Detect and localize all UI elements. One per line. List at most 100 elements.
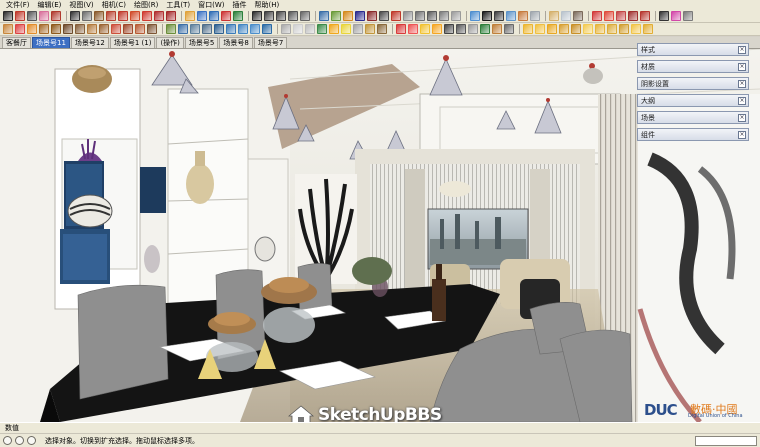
zoom-window-icon[interactable] [288,11,298,21]
help-icon[interactable] [27,436,36,445]
scene-tab[interactable]: 客餐厅 [2,37,31,48]
move-tool-icon[interactable] [154,11,164,21]
plugin-d-icon[interactable] [628,11,638,21]
subtract-icon[interactable] [238,24,248,34]
right-view-icon[interactable] [427,11,437,21]
dot-b-icon[interactable] [535,24,545,34]
push-pull-icon[interactable] [118,11,128,21]
railing-icon[interactable] [63,24,73,34]
split-icon[interactable] [262,24,272,34]
close-icon[interactable]: × [738,79,746,88]
offset-tool-icon[interactable] [142,11,152,21]
zoom-extents-icon[interactable] [300,11,310,21]
monochrome-icon[interactable] [530,11,540,21]
arc-tool-icon[interactable] [106,11,116,21]
tape-measure-icon[interactable] [185,11,195,21]
color-wheel-icon[interactable] [671,11,681,21]
select-tool-icon[interactable] [3,11,13,21]
menu-camera[interactable]: 相机(C) [98,0,130,10]
round-corner-icon[interactable] [190,24,200,34]
soften-icon[interactable] [305,24,315,34]
component-icon[interactable] [319,11,329,21]
align-icon[interactable] [39,24,49,34]
lens-icon[interactable] [456,24,466,34]
menu-view[interactable]: 视图(V) [65,0,97,10]
look-around-icon[interactable] [367,11,377,21]
window-tool-icon[interactable] [87,24,97,34]
door-tool-icon[interactable] [99,24,109,34]
scene-tab[interactable]: 场景号8 [219,37,253,48]
trim-icon[interactable] [250,24,260,34]
smooth-icon[interactable] [293,24,303,34]
xray-icon[interactable] [470,11,480,21]
shaded-icon[interactable] [506,11,516,21]
camera-icon[interactable] [444,24,454,34]
scene-tab[interactable]: 场景号11 [32,37,70,48]
scene-tab[interactable]: 场景号12 [70,37,109,48]
follow-me-icon[interactable] [130,11,140,21]
flip-icon[interactable] [27,24,37,34]
credits-icon[interactable] [15,436,24,445]
dot-e-icon[interactable] [571,24,581,34]
scene-tab[interactable]: (操作) [156,37,184,48]
sphere-icon[interactable] [468,24,478,34]
line-tool-icon[interactable] [27,11,37,21]
menu-file[interactable]: 文件(F) [2,0,34,10]
dot-h-icon[interactable] [607,24,617,34]
menu-draw[interactable]: 绘图(R) [130,0,162,10]
scene-tab[interactable]: 场景号7 [253,37,288,48]
fog-icon[interactable] [561,11,571,21]
material-icon[interactable] [331,11,341,21]
rectangle-tool-icon[interactable] [70,11,80,21]
menu-plugins[interactable]: 插件 [228,0,250,10]
polygon-tool-icon[interactable] [94,11,104,21]
scale-icon[interactable] [178,24,188,34]
intersect-icon[interactable] [214,24,224,34]
paint-bucket-icon[interactable] [51,11,61,21]
zoom-icon[interactable] [276,11,286,21]
fence-icon[interactable] [75,24,85,34]
array-icon[interactable] [166,24,176,34]
beam-icon[interactable] [147,24,157,34]
outliner-icon[interactable] [317,24,327,34]
position-camera-icon[interactable] [379,11,389,21]
scene-icon[interactable] [341,24,351,34]
shaded-texture-icon[interactable] [518,11,528,21]
close-icon[interactable]: × [738,113,746,122]
menu-help[interactable]: 帮助(H) [250,0,283,10]
dot-f-icon[interactable] [583,24,593,34]
uv-icon[interactable] [504,24,514,34]
scene-tab[interactable]: 场景号5 [184,37,219,48]
top-view-icon[interactable] [403,11,413,21]
make-group-icon[interactable] [3,24,13,34]
edge-style-icon[interactable] [573,11,583,21]
dot-j-icon[interactable] [631,24,641,34]
circle-tool-icon[interactable] [82,11,92,21]
protractor-icon[interactable] [197,11,207,21]
menu-window[interactable]: 窗口(W) [194,0,228,10]
close-icon[interactable]: × [738,62,746,71]
terrain-icon[interactable] [377,24,387,34]
tray-panel-header[interactable]: 场景 × [637,111,749,124]
sun-icon[interactable] [432,24,442,34]
eraser-icon[interactable] [39,11,49,21]
text-tool-icon[interactable] [209,11,219,21]
pencil-icon[interactable] [15,11,25,21]
dot-c-icon[interactable] [547,24,557,34]
dot-k-icon[interactable] [643,24,653,34]
walk-icon[interactable] [355,11,365,21]
scene-tab[interactable]: 场景号1 (1) [109,37,156,48]
sandbox-icon[interactable] [365,24,375,34]
close-icon[interactable]: × [738,96,746,105]
layer-icon[interactable] [329,24,339,34]
measurements-input[interactable] [695,436,757,446]
wall-icon[interactable] [123,24,133,34]
style-icon[interactable] [353,24,363,34]
front-view-icon[interactable] [415,11,425,21]
dot-d-icon[interactable] [559,24,569,34]
dot-i-icon[interactable] [619,24,629,34]
roof-icon[interactable] [111,24,121,34]
plugin-a-icon[interactable] [592,11,602,21]
axes-tool-icon[interactable] [221,11,231,21]
tray-panel-header[interactable]: 阴影设置 × [637,77,749,90]
